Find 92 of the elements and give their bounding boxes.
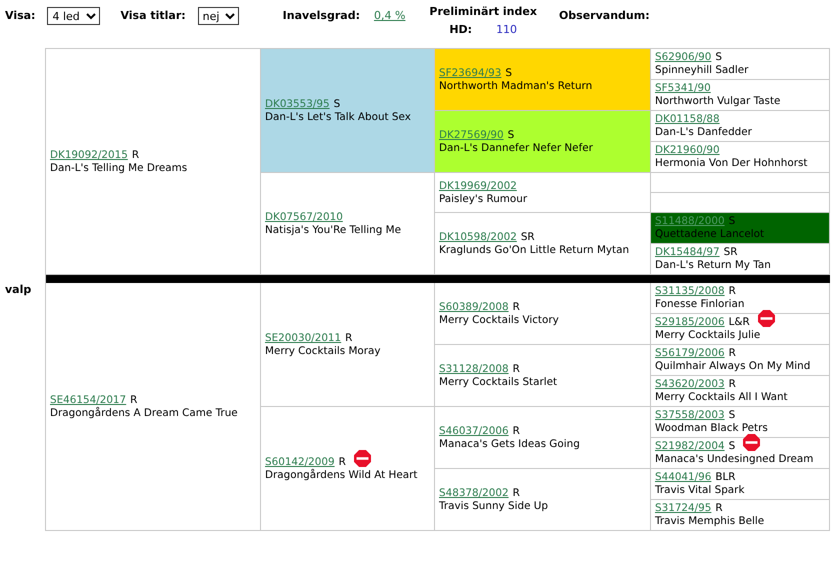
hd-label: HD:	[449, 22, 472, 38]
title-code: SR	[520, 230, 535, 244]
registration-link[interactable]: S44041/96	[655, 471, 712, 484]
dog-name: Dragongårdens A Dream Came True	[50, 406, 239, 420]
dog-name: Manaca's Undesingned Dream	[655, 453, 814, 466]
title-code: S	[728, 215, 736, 228]
title-code: R	[728, 378, 736, 391]
registration-link[interactable]: S60142/2009	[265, 456, 335, 468]
title-code: R	[512, 300, 520, 314]
dog-name: Manaca's Gets Ideas Going	[439, 438, 581, 450]
registration-link[interactable]: SE20030/2011	[265, 332, 342, 344]
registration-link[interactable]: S31128/2008	[439, 362, 509, 376]
dog-name: Dan-L's Dannefer Nefer Nefer	[439, 142, 594, 154]
inbreeding-label: Inavelsgrad:	[282, 8, 360, 24]
title-code: S	[505, 66, 512, 80]
title-code: L&R	[728, 316, 750, 329]
dog-name: Hermonia Von Der Hohnhorst	[655, 157, 808, 170]
dog-name: Woodman Black Petrs	[655, 422, 769, 435]
registration-link[interactable]: DK19969/2002	[439, 180, 517, 192]
dog-name: Travis Vital Spark	[655, 484, 746, 497]
dog-name: Quettadene Lancelot	[655, 228, 766, 241]
registration-link[interactable]: S46037/2006	[439, 424, 509, 438]
dog-name: Dragongårdens Wild At Heart	[265, 468, 418, 482]
registration-link[interactable]: DK19092/2015	[50, 148, 128, 162]
registration-link[interactable]: S21982/2004	[655, 440, 725, 453]
puppy-label: valp	[5, 282, 32, 298]
registration-link[interactable]: S60389/2008	[439, 300, 509, 314]
registration-link[interactable]: S31135/2008	[655, 285, 725, 298]
dog-name: Merry Cocktails Victory	[439, 314, 560, 326]
dog-name: Paisley's Rumour	[439, 192, 528, 206]
dog-name: Travis Memphis Belle	[655, 515, 766, 528]
title-code: R	[728, 285, 736, 298]
index-label: Preliminärt index	[429, 4, 537, 20]
registration-link[interactable]: S62906/90	[655, 51, 712, 64]
inbreeding-link[interactable]: 0,4 %	[374, 7, 406, 25]
generations-dropdown[interactable]: 4 led	[47, 7, 100, 25]
dog-name: Northworth Vulgar Taste	[655, 95, 782, 108]
title-code: S	[508, 128, 514, 142]
hd-value: 110	[496, 22, 518, 38]
title-code: R	[338, 456, 346, 468]
title-code: R	[345, 332, 352, 344]
titles-dropdown[interactable]: nej	[198, 7, 239, 25]
title-code: S	[334, 98, 340, 110]
dog-name: Merry Cocktails All I Want	[655, 391, 789, 404]
dog-name: Dan-L's Danfedder	[655, 126, 753, 139]
registration-link[interactable]: SE46154/2017	[50, 394, 126, 406]
title-code: R	[512, 424, 520, 438]
title-code: R	[130, 394, 138, 406]
registration-link[interactable]: DK03553/95	[265, 98, 330, 110]
registration-link[interactable]: S29185/2006	[655, 316, 725, 329]
title-code: S	[728, 440, 736, 453]
registration-link[interactable]: S56179/2006	[655, 347, 725, 360]
title-code: S	[728, 409, 736, 422]
registration-link[interactable]: DK10598/2002	[439, 230, 517, 244]
title-code: SR	[724, 246, 738, 259]
title-code: BLR	[715, 471, 736, 484]
dog-name: Spinneyhill Sadler	[655, 64, 750, 77]
registration-link[interactable]: DK15484/97	[655, 246, 720, 259]
dog-name: Dan-L's Telling Me Dreams	[50, 162, 188, 174]
registration-link[interactable]: SF5341/90	[655, 82, 711, 95]
title-code: R	[728, 347, 736, 360]
dog-name: Kraglunds Go'On Little Return Mytan	[439, 244, 630, 256]
show-label: Visa:	[5, 8, 36, 24]
registration-link[interactable]: SF23694/93	[439, 66, 502, 80]
dog-name: Merry Cocktails Starlet	[439, 376, 558, 388]
dog-name: Travis Sunny Side Up	[439, 500, 549, 512]
stop-sign-icon	[743, 434, 760, 451]
dog-name: Dan-L's Return My Tan	[655, 259, 772, 272]
registration-link[interactable]: S37558/2003	[655, 409, 725, 422]
title-code: R	[512, 486, 520, 500]
registration-link[interactable]: DK01158/88	[655, 113, 720, 126]
registration-link[interactable]: S43620/2003	[655, 378, 725, 391]
registration-link[interactable]: S48378/2002	[439, 486, 509, 500]
dog-name: Quilmhair Always On My Mind	[655, 360, 812, 373]
dog-name: Natisja's You'Re Telling Me	[265, 224, 402, 236]
title-code: S	[715, 51, 722, 64]
titles-label: Visa titlar:	[120, 8, 186, 24]
registration-link[interactable]: DK27569/90	[439, 128, 504, 142]
observandum-label: Observandum:	[558, 8, 650, 24]
registration-link[interactable]: S31724/95	[655, 502, 712, 515]
title-code: R	[512, 362, 520, 376]
dog-name: Dan-L's Let's Talk About Sex	[265, 110, 412, 124]
dog-name: Merry Cocktails Julie	[655, 329, 762, 342]
title-code: R	[132, 148, 140, 162]
registration-link[interactable]: DK07567/2010	[265, 210, 343, 224]
title-code: R	[715, 502, 723, 515]
stop-sign-icon	[758, 310, 775, 327]
stop-sign-icon	[354, 450, 371, 466]
dog-name: Fonesse Finlorian	[655, 298, 746, 311]
registration-link[interactable]: DK21960/90	[655, 144, 720, 157]
dog-name: Merry Cocktails Moray	[265, 344, 382, 358]
dog-name: Northworth Madman's Return	[439, 80, 594, 92]
